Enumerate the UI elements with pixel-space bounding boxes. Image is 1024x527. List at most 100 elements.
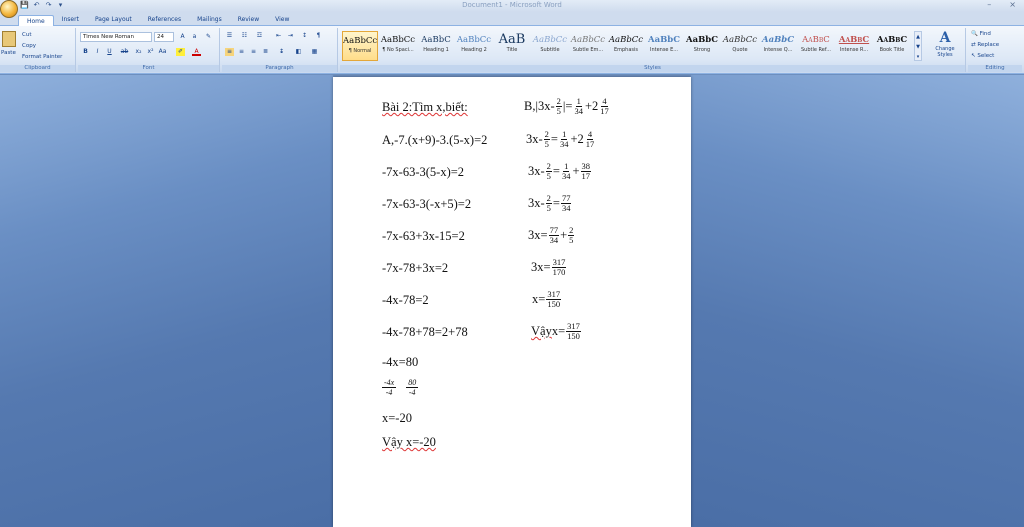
- justify-icon[interactable]: ≣: [261, 48, 270, 56]
- style-name: ¶ No Spaci...: [382, 47, 414, 53]
- clear-format-icon[interactable]: ✎: [204, 33, 213, 41]
- select-icon: ↖: [971, 53, 976, 59]
- style-preview: AaBbCc: [343, 36, 377, 46]
- tab-references[interactable]: References: [140, 14, 189, 25]
- style-quote[interactable]: AaBbCc Quote: [722, 31, 758, 61]
- style-normal[interactable]: AaBbCc ¶ Normal: [342, 31, 378, 61]
- tab-home[interactable]: Home: [18, 15, 54, 26]
- fraction: 1 34: [561, 162, 572, 181]
- paste-icon[interactable]: [2, 31, 16, 47]
- editing-group: 🔍 Find ⇄ Replace ↖ Select Editing: [968, 28, 1022, 72]
- style-strong[interactable]: AaBbC Strong: [684, 31, 720, 61]
- cut-button[interactable]: Cut: [22, 32, 31, 38]
- font-color-icon[interactable]: A: [192, 48, 201, 56]
- grow-font-icon[interactable]: A: [178, 33, 187, 41]
- tab-review[interactable]: Review: [230, 14, 267, 25]
- find-icon: 🔍: [971, 31, 978, 37]
- paste-button[interactable]: Paste: [1, 50, 16, 56]
- styles-label: Styles: [340, 65, 965, 72]
- align-left-icon[interactable]: ≡: [225, 48, 234, 56]
- style-name: Book Title: [879, 47, 905, 53]
- doc-right-line-6: x= 317 150: [532, 290, 562, 309]
- style-subtitle[interactable]: AaBbCc Subtitle: [532, 31, 568, 61]
- decrease-indent-icon[interactable]: ⇤: [274, 32, 283, 40]
- change-case-icon[interactable]: Aa: [158, 48, 167, 56]
- replace-button[interactable]: ⇄ Replace: [971, 42, 999, 48]
- style-book-title[interactable]: AaBbC Book Title: [874, 31, 910, 61]
- style-preview: AaBbC: [838, 35, 870, 45]
- ribbon-tabs: Home Insert Page Layout References Maili…: [0, 12, 1024, 26]
- align-center-icon[interactable]: ≡: [237, 48, 246, 56]
- shading-icon[interactable]: ◧: [294, 48, 303, 56]
- bold-icon[interactable]: B: [81, 48, 90, 56]
- undo-icon[interactable]: ↶: [32, 1, 41, 9]
- font-size-box[interactable]: 24: [154, 32, 174, 42]
- style-emphasis[interactable]: AaBbCc Emphasis: [608, 31, 644, 61]
- style-title[interactable]: AaB Title: [494, 31, 530, 61]
- style-no-spacing[interactable]: AaBbCc ¶ No Spaci...: [380, 31, 416, 61]
- clipboard-group: Paste Cut Copy Format Painter Clipboard: [0, 28, 76, 72]
- style-name: Emphasis: [613, 47, 639, 53]
- tab-page-layout[interactable]: Page Layout: [87, 14, 140, 25]
- denominator: 17: [581, 171, 591, 181]
- tab-view[interactable]: View: [267, 14, 297, 25]
- style-intense-quote[interactable]: AaBbC Intense Q...: [760, 31, 796, 61]
- expr-text: B,|3x-: [524, 99, 555, 113]
- align-right-icon[interactable]: ≡: [249, 48, 258, 56]
- tab-mailings[interactable]: Mailings: [189, 14, 230, 25]
- customize-qat-icon[interactable]: ▾: [56, 1, 65, 9]
- doc-left-line-6: -4x-78=2: [382, 293, 429, 307]
- multilevel-list-icon[interactable]: ☲: [255, 32, 264, 40]
- close-button[interactable]: ×: [1009, 0, 1016, 9]
- select-button[interactable]: ↖ Select: [971, 53, 994, 59]
- format-painter-button[interactable]: Format Painter: [22, 54, 62, 60]
- fraction: 317 150: [546, 290, 562, 309]
- numbering-icon[interactable]: ☷: [240, 32, 249, 40]
- tab-insert[interactable]: Insert: [54, 14, 87, 25]
- highlight-icon[interactable]: ✐: [176, 48, 185, 56]
- denominator: 17: [600, 106, 609, 116]
- document-page[interactable]: Bài 2:Tìm x,biết: A,-7.(x+9)-3.(5-x)=2 -…: [333, 77, 691, 527]
- show-formatting-icon[interactable]: ¶: [314, 32, 323, 40]
- fraction: 4 17: [599, 97, 610, 116]
- increase-indent-icon[interactable]: ⇥: [286, 32, 295, 40]
- change-styles-button[interactable]: A Change Styles: [928, 30, 962, 58]
- bullets-icon[interactable]: ☰: [225, 32, 234, 40]
- style-intense-reference[interactable]: AaBbC Intense R...: [836, 31, 872, 61]
- find-button[interactable]: 🔍 Find: [971, 31, 991, 37]
- style-heading-2[interactable]: AaBbCc Heading 2: [456, 31, 492, 61]
- style-name: Subtle Em...: [572, 47, 604, 53]
- minimize-button[interactable]: –: [987, 0, 991, 9]
- superscript-icon[interactable]: x²: [146, 48, 155, 56]
- italic-icon[interactable]: I: [93, 48, 102, 56]
- borders-icon[interactable]: ▦: [310, 48, 319, 56]
- style-preview: AaBbCc: [608, 35, 644, 45]
- expr-text: x=: [532, 292, 546, 306]
- editing-label: Editing: [968, 65, 1022, 72]
- line-spacing-icon[interactable]: ↨: [277, 48, 286, 56]
- style-heading-1[interactable]: AaBbC Heading 1: [418, 31, 454, 61]
- styles-gallery-scroll[interactable]: ▲ ▼ ▾: [914, 31, 922, 61]
- fraction: 80 -4: [406, 378, 419, 397]
- fraction: 25: [545, 162, 552, 181]
- font-name-box[interactable]: Times New Roman: [80, 32, 152, 42]
- subscript-icon[interactable]: x₂: [134, 48, 143, 56]
- numerator: -4x: [382, 378, 397, 388]
- fraction: 38 17: [580, 162, 592, 181]
- shrink-font-icon[interactable]: a: [190, 33, 199, 41]
- sort-icon[interactable]: ↕: [300, 32, 309, 40]
- redo-icon[interactable]: ↷: [44, 1, 53, 9]
- paragraph-label: Paragraph: [222, 65, 337, 72]
- style-subtle-reference[interactable]: AaBbC Subtle Ref...: [798, 31, 834, 61]
- save-icon[interactable]: 💾: [20, 1, 29, 9]
- copy-button[interactable]: Copy: [22, 43, 36, 49]
- style-intense-emphasis[interactable]: AaBbC Intense E...: [646, 31, 682, 61]
- style-subtle-emphasis[interactable]: AaBbCc Subtle Em...: [570, 31, 606, 61]
- underline-icon[interactable]: U: [105, 48, 114, 56]
- strikethrough-icon[interactable]: ab: [120, 48, 129, 56]
- style-name: Strong: [693, 47, 711, 53]
- style-name: Intense Q...: [763, 47, 793, 53]
- office-button[interactable]: [0, 0, 18, 18]
- style-name: Title: [506, 47, 518, 53]
- find-label: Find: [979, 31, 991, 37]
